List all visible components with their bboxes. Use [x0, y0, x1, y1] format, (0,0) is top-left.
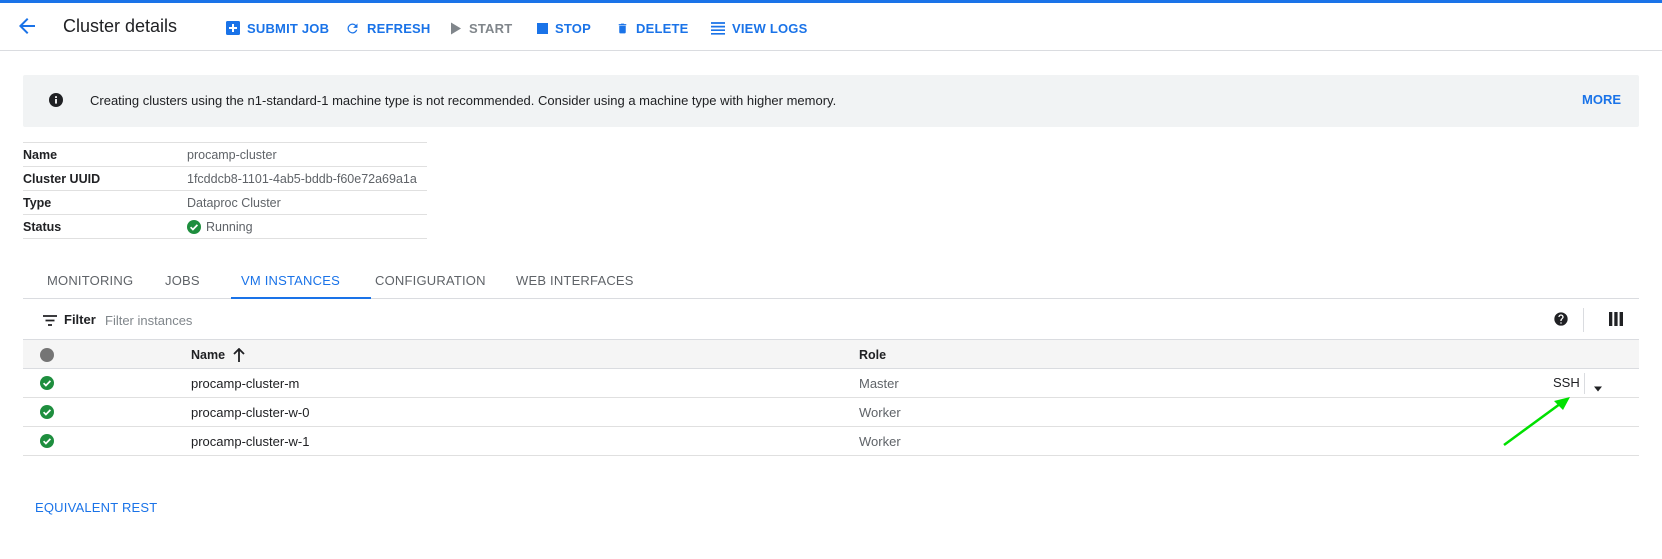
instance-role: Worker — [859, 405, 901, 420]
filter-label: Filter — [64, 312, 96, 327]
play-icon — [451, 22, 461, 34]
tab-bar: MONITORING JOBS VM INSTANCES CONFIGURATI… — [23, 265, 1639, 299]
toolbar-divider — [1583, 308, 1584, 332]
check-circle-icon — [40, 376, 54, 393]
stop-label: STOP — [555, 20, 591, 36]
property-key: Type — [23, 196, 52, 210]
property-value: 1fcddcb8-1101-4ab5-bddb-f60e72a69a1a — [187, 172, 417, 186]
active-tab-indicator — [231, 297, 371, 299]
table-row: procamp-cluster-w-1 Worker — [23, 427, 1639, 456]
property-value: procamp-cluster — [187, 148, 277, 162]
filter-bar: Filter — [23, 300, 1639, 340]
property-row-name: Name procamp-cluster — [23, 143, 427, 167]
chevron-down-icon[interactable] — [1593, 380, 1603, 395]
instance-role: Master — [859, 376, 899, 391]
property-key: Name — [23, 148, 58, 162]
instance-name: procamp-cluster-w-0 — [191, 405, 310, 420]
refresh-label: REFRESH — [367, 20, 431, 36]
property-key: Status — [23, 220, 62, 234]
more-link[interactable]: MORE — [1582, 92, 1621, 107]
check-circle-icon — [40, 434, 54, 451]
status-value: Running — [187, 220, 253, 234]
refresh-button[interactable]: REFRESH — [345, 18, 431, 38]
filter-input[interactable] — [105, 309, 505, 331]
info-icon — [49, 93, 63, 112]
status-column-icon — [40, 348, 54, 362]
page-title: Cluster details — [63, 16, 178, 36]
property-key: Cluster UUID — [23, 172, 101, 186]
ssh-divider — [1584, 373, 1585, 394]
instance-role: Worker — [859, 434, 901, 449]
column-display-icon[interactable] — [1609, 312, 1623, 331]
filter-icon[interactable] — [43, 313, 57, 331]
submit-job-button[interactable]: SUBMIT JOB — [226, 18, 329, 38]
start-label: START — [469, 20, 513, 36]
table-header: Name Role — [23, 340, 1639, 369]
stop-button[interactable]: STOP — [537, 18, 591, 38]
cluster-properties: Name procamp-cluster Cluster UUID 1fcddc… — [23, 142, 427, 239]
tab-web-interfaces[interactable]: WEB INTERFACES — [516, 273, 634, 288]
ssh-button[interactable]: SSH — [1553, 375, 1580, 390]
help-icon[interactable] — [1553, 311, 1569, 332]
submit-job-label: SUBMIT JOB — [247, 20, 330, 36]
table-row: procamp-cluster-m Master SSH — [23, 369, 1639, 398]
warning-banner: Creating clusters using the n1-standard-… — [23, 75, 1639, 127]
header-bar: Cluster details SUBMIT JOB REFRESH START… — [0, 3, 1662, 51]
delete-label: DELETE — [636, 20, 689, 36]
back-arrow-icon[interactable] — [15, 14, 39, 38]
tab-configuration[interactable]: CONFIGURATION — [375, 273, 486, 288]
instance-name: procamp-cluster-w-1 — [191, 434, 310, 449]
view-logs-label: VIEW LOGS — [732, 20, 808, 36]
delete-button[interactable]: DELETE — [616, 18, 688, 38]
add-box-icon — [226, 21, 240, 35]
tab-monitoring[interactable]: MONITORING — [47, 273, 133, 288]
trash-icon — [618, 23, 627, 33]
view-logs-button[interactable]: VIEW LOGS — [711, 18, 807, 38]
name-column-header[interactable]: Name — [191, 348, 245, 362]
list-icon — [711, 21, 725, 35]
instance-name: procamp-cluster-m — [191, 376, 300, 391]
property-row-type: Type Dataproc Cluster — [23, 191, 427, 215]
annotation-arrow-icon — [1503, 397, 1570, 447]
banner-message: Creating clusters using the n1-standard-… — [90, 93, 837, 108]
role-column-header: Role — [859, 348, 887, 362]
equivalent-rest-link[interactable]: EQUIVALENT REST — [35, 500, 157, 515]
table-row: procamp-cluster-w-0 Worker — [23, 398, 1639, 427]
sort-ascending-icon — [233, 348, 245, 362]
check-circle-icon — [187, 220, 201, 234]
stop-icon — [537, 22, 548, 34]
property-value: Dataproc Cluster — [187, 196, 281, 210]
tab-jobs[interactable]: JOBS — [165, 273, 200, 288]
refresh-icon — [347, 22, 358, 33]
property-row-uuid: Cluster UUID 1fcddcb8-1101-4ab5-bddb-f60… — [23, 167, 427, 191]
start-button[interactable]: START — [450, 18, 512, 38]
tab-vm-instances[interactable]: VM INSTANCES — [241, 273, 340, 288]
status-text: Running — [206, 220, 253, 234]
check-circle-icon — [40, 405, 54, 422]
vm-instances-table: Name Role procamp-cluster-m Master SSH p… — [23, 340, 1639, 456]
name-column-label: Name — [191, 348, 226, 362]
property-row-status: Status Running — [23, 215, 427, 239]
